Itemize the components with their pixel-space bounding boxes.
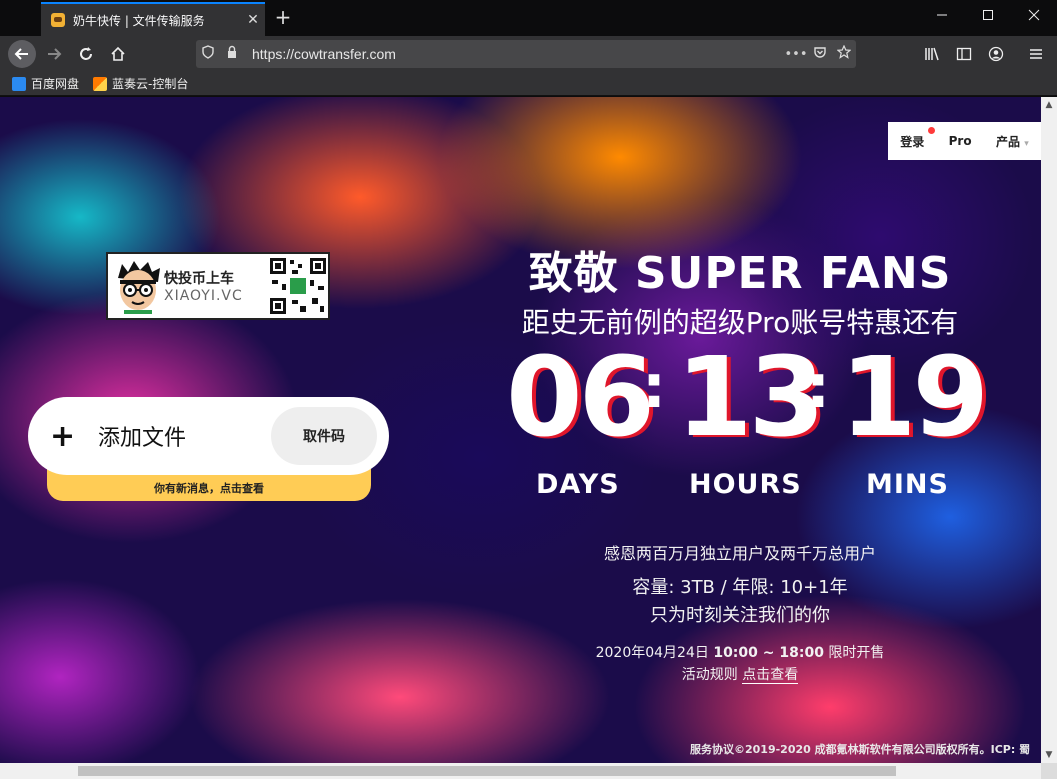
pro-link[interactable]: Pro	[949, 134, 972, 148]
close-icon	[1028, 9, 1040, 21]
unit-days: DAYS	[536, 469, 620, 500]
arrow-right-icon	[48, 48, 62, 60]
unit-hours: HOURS	[689, 469, 802, 500]
countdown-separator: :	[806, 352, 830, 422]
sale-suffix: 限时开售	[828, 645, 885, 661]
scroll-up-icon[interactable]: ▲	[1041, 97, 1057, 113]
cloud-icon	[12, 76, 26, 91]
scroll-corner	[1041, 763, 1057, 779]
cartoon-avatar-icon	[112, 258, 164, 314]
plus-icon[interactable]: +	[50, 419, 80, 454]
unit-mins: MINS	[866, 469, 949, 500]
pocket-icon[interactable]	[808, 45, 832, 63]
upload-card: + 添加文件 取件码	[28, 397, 389, 475]
qr-code-icon	[268, 256, 328, 316]
tab-bar: 奶牛快传 | 文件传输服务 ✕ +	[0, 0, 1057, 36]
hero-title: 致敬 SUPER FANS	[528, 248, 952, 299]
hamburger-menu-icon	[1030, 49, 1042, 59]
bookmark-baidu-pan[interactable]: 百度网盘	[12, 75, 79, 92]
bookmark-star-icon[interactable]	[832, 44, 856, 63]
notification-dot-icon	[928, 127, 935, 134]
account-icon	[988, 46, 1004, 62]
scroll-down-icon[interactable]: ▼	[1041, 747, 1057, 763]
home-icon	[111, 46, 125, 61]
countdown-timer: 06 : 13 : 19	[500, 333, 989, 461]
lock-icon[interactable]	[220, 45, 244, 63]
account-button[interactable]	[982, 40, 1010, 68]
horizontal-scroll-thumb[interactable]	[78, 766, 896, 776]
rules-label: 活动规则	[681, 667, 738, 683]
products-menu[interactable]: 产品 ▾	[996, 133, 1029, 150]
capacity-text: 容量: 3TB / 年限: 10+1年	[632, 577, 848, 598]
url-text[interactable]: https://cowtransfer.com	[252, 46, 784, 62]
promo-badge[interactable]: 快投币上车 XIAOYI.VC	[106, 252, 330, 320]
url-bar[interactable]: https://cowtransfer.com •••	[196, 40, 856, 68]
close-window-button[interactable]	[1011, 0, 1057, 34]
countdown-separator: :	[642, 352, 666, 422]
horizontal-scrollbar[interactable]	[0, 763, 1041, 779]
tab-close-icon[interactable]: ✕	[241, 12, 265, 28]
nav-bar: https://cowtransfer.com •••	[0, 36, 1057, 72]
arrow-left-icon	[14, 48, 28, 60]
add-file-button[interactable]: 添加文件	[98, 420, 271, 452]
hero-heading: 致敬 SUPER FANS 距史无前例的超级Pro账号特惠还有	[480, 237, 1000, 341]
page-content: 登录 Pro 产品 ▾ 快投币上车 XIAOYI.VC 你有新消息，点击查看 +…	[0, 97, 1041, 763]
browser-tab[interactable]: 奶牛快传 | 文件传输服务 ✕	[41, 2, 265, 36]
bookmarks-toolbar: 百度网盘 蓝奏云-控制台	[0, 72, 1057, 96]
cow-favicon-icon	[51, 13, 65, 27]
minimize-button[interactable]	[919, 0, 965, 34]
reload-button[interactable]	[72, 40, 100, 68]
sale-time: 10:00 ~ 18:00	[713, 645, 824, 661]
lanzou-icon	[93, 76, 108, 91]
countdown-days: 06	[506, 333, 655, 461]
library-button[interactable]	[918, 40, 946, 68]
menu-button[interactable]	[1022, 40, 1050, 68]
bookmark-lanzou[interactable]: 蓝奏云-控制台	[93, 75, 188, 92]
sidebar-icon	[956, 47, 972, 61]
library-icon	[925, 47, 939, 61]
thanks-text: 感恩两百万月独立用户及两千万总用户	[603, 544, 876, 563]
shield-icon[interactable]	[196, 45, 220, 63]
countdown-mins: 19	[840, 333, 989, 461]
sale-date: 2020年04月24日	[595, 645, 709, 661]
back-button[interactable]	[8, 40, 36, 68]
maximize-button[interactable]	[965, 0, 1011, 34]
rules-link[interactable]: 点击查看	[742, 667, 799, 684]
countdown-hours: 13	[676, 333, 825, 461]
reload-icon	[80, 47, 92, 60]
tagline-text: 只为时刻关注我们的你	[650, 605, 830, 626]
login-link[interactable]: 登录	[900, 133, 924, 150]
promo-domain: XIAOYI.VC	[164, 288, 243, 304]
maximize-icon	[983, 10, 993, 20]
promo-slogan: 快投币上车	[164, 271, 234, 287]
home-button[interactable]	[104, 40, 132, 68]
pickup-code-button[interactable]: 取件码	[271, 407, 377, 465]
vertical-scrollbar[interactable]: ▲ ▼	[1041, 97, 1057, 763]
page-actions-icon[interactable]: •••	[784, 47, 808, 62]
rules-line: 活动规则 点击查看	[480, 664, 1000, 684]
sidebar-button[interactable]	[950, 40, 978, 68]
footer-copyright[interactable]: 服务协议©2019-2020 成都氪林斯软件有限公司版权所有。ICP: 蜀	[690, 741, 1030, 757]
top-nav: 登录 Pro 产品 ▾	[888, 122, 1041, 160]
chevron-down-icon: ▾	[1024, 138, 1029, 149]
promo-text: 快投币上车 XIAOYI.VC	[164, 268, 264, 304]
tab-title: 奶牛快传 | 文件传输服务	[73, 13, 205, 28]
forward-button[interactable]	[40, 40, 68, 68]
new-tab-button[interactable]: +	[270, 4, 296, 32]
minimize-icon	[937, 14, 947, 16]
sale-schedule: 2020年04月24日 10:00 ~ 18:00 限时开售	[480, 642, 1000, 662]
